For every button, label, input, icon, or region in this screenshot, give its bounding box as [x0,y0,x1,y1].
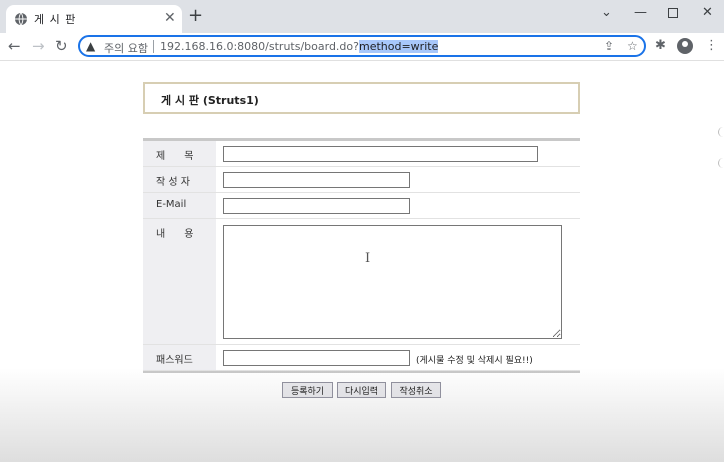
content-row: 내 용 I [143,219,580,345]
email-row: E-Mail [143,193,580,219]
extensions-icon[interactable]: ✱ [655,38,666,53]
password-label: 패스워드 [156,355,193,366]
browser-toolbar: ← → ↻ ▲ 주의 요함 192.168.16.0:8080/struts/b… [0,33,724,61]
page-title: 게 시 판 (Struts1) [161,94,259,107]
maximize-icon[interactable] [668,8,678,18]
content-textarea[interactable] [223,225,562,339]
back-icon[interactable]: ← [8,37,21,55]
bookmark-star-icon[interactable]: ☆ [627,39,638,53]
text-cursor-icon: I [365,251,371,266]
author-label-cell: 작 성 자 [143,167,216,192]
minimize-icon[interactable]: — [634,6,647,20]
warning-icon[interactable]: ▲ [86,39,95,53]
address-separator [153,40,154,53]
url-selected: method=write [358,40,439,53]
reload-icon[interactable]: ↻ [55,37,68,55]
globe-icon [15,12,27,26]
tab-title: 게 시 판 [34,13,77,26]
cancel-button[interactable]: 작성취소 [391,382,441,398]
address-bar[interactable]: ▲ 주의 요함 192.168.16.0:8080/struts/board.d… [78,35,646,57]
password-note: (게시물 수정 및 삭제시 필요!!) [416,356,533,366]
menu-icon[interactable]: ⋮ [705,38,718,53]
content-label-cell: 내 용 [143,219,216,344]
tab-search-icon[interactable]: ⌄ [601,6,612,20]
password-input[interactable] [223,350,410,366]
password-label-cell: 패스워드 [143,345,216,370]
form-bottom-border [143,371,580,373]
write-form: 제 목 작 성 자 E-Mail 내 용 I 패스워드 (게시물 수정 및 삭제… [143,138,580,373]
edge-mark [718,158,724,168]
security-status[interactable]: 주의 요함 [104,40,148,56]
subject-input[interactable] [223,146,538,162]
url-text[interactable]: 192.168.16.0:8080/struts/board.do?method… [160,40,439,53]
forward-icon[interactable]: → [32,37,45,55]
email-label-cell: E-Mail [143,193,216,218]
close-window-icon[interactable]: ✕ [702,6,713,20]
password-row: 패스워드 (게시물 수정 및 삭제시 필요!!) [143,345,580,371]
author-input[interactable] [223,172,410,188]
tab-close-icon[interactable]: ✕ [164,10,176,26]
reset-button[interactable]: 다시입력 [337,382,386,398]
subject-label: 제 목 [156,151,194,162]
browser-tab[interactable]: 게 시 판 ✕ [6,5,182,33]
board-title-box: 게 시 판 (Struts1) [143,82,580,114]
author-label: 작 성 자 [156,177,190,188]
content-label: 내 용 [156,229,194,240]
subject-label-cell: 제 목 [143,141,216,166]
email-label: E-Mail [156,199,187,210]
subject-row: 제 목 [143,141,580,167]
submit-button[interactable]: 등록하기 [282,382,333,398]
author-row: 작 성 자 [143,167,580,193]
new-tab-button[interactable]: + [188,7,203,25]
share-icon[interactable]: ⇪ [604,39,614,53]
tab-strip: 게 시 판 ✕ + ⌄ — ✕ [0,0,724,33]
edge-mark [718,127,724,137]
url-main: 192.168.16.0:8080/struts/board.do? [160,40,359,53]
email-input[interactable] [223,198,410,214]
profile-avatar-icon[interactable] [677,38,693,54]
